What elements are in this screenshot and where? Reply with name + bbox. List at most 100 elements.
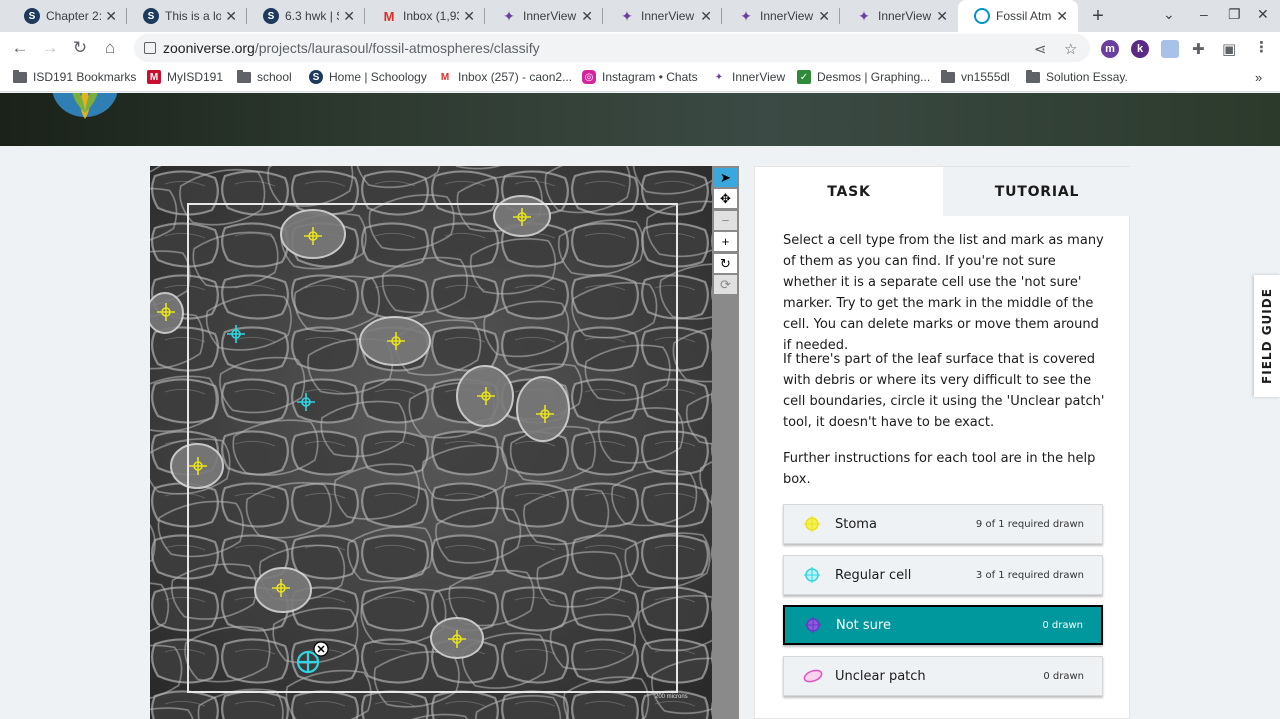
browser-tab-title: InnerView [878,9,932,23]
browser-tab[interactable]: Fossil Atmo ✕ [958,0,1078,32]
classify-task-panel: TASK TUTORIAL Select a cell type from th… [754,166,1131,719]
tool-option-unclear-patch[interactable]: Unclear patch 0 drawn [783,656,1103,696]
tab-tutorial[interactable]: TUTORIAL [943,167,1131,216]
bookmark-label: vn1555dl [961,70,1010,84]
close-tab-icon[interactable]: ✕ [343,8,355,25]
browser-tab[interactable]: S This is a loc✕ [127,0,247,32]
instructions-paragraph-2: If there's part of the leaf surface that… [783,352,1105,430]
bookmark-item[interactable]: M MyISD191 [147,70,223,84]
browser-tab[interactable]: ✦ InnerView ✕ [722,0,840,32]
browser-toolbar: ← → ↻ ⌂ zooniverse.org/projects/laurasou… [0,32,1280,64]
schoology-icon: S [143,8,159,24]
regular-cell-marker-icon [803,566,821,584]
stoma-marker-icon [803,515,821,533]
close-tab-icon[interactable]: ✕ [225,8,237,25]
viewer-toolbar: ➤ ✥ − + ↻ ⟳ [712,166,739,719]
tool-option-regular-cell[interactable]: Regular cell 3 of 1 required drawn [783,555,1103,595]
forward-icon[interactable]: → [38,36,62,60]
desmos-icon: ✓ [797,70,811,84]
side-panel-icon[interactable]: ▣ [1222,40,1236,58]
browser-tab[interactable]: ✦ InnerView ✕ [840,0,958,32]
tool-option-not-sure[interactable]: Not sure 0 drawn [783,605,1103,645]
bookmark-item[interactable]: M Inbox (257) - caon2... [438,70,572,84]
unclear-patch-ellipse-icon [803,667,823,685]
bookmark-label: Solution Essay. [1046,70,1128,84]
tab-search-icon[interactable]: ⌄ [1163,6,1175,23]
bookmark-item[interactable]: ✓ Desmos | Graphing... [797,70,930,84]
project-logo [52,93,118,119]
browser-tab[interactable]: ✦ InnerView ✕ [485,0,603,32]
close-tab-icon[interactable]: ✕ [105,8,117,25]
close-tab-icon[interactable]: ✕ [581,8,593,25]
extension-tm-icon[interactable]: m [1101,40,1119,58]
tab-task[interactable]: TASK [755,167,943,216]
close-tab-icon[interactable]: ✕ [1056,8,1068,25]
reset-view-icon[interactable]: ⟳ [714,275,737,294]
bookmark-item[interactable]: Solution Essay. [1026,69,1128,84]
schoology-icon: S [263,8,279,24]
home-icon[interactable]: ⌂ [98,36,122,60]
close-window-icon[interactable]: ✕ [1257,6,1269,23]
tool-option-label: Not sure [836,617,891,633]
bookmark-label: Inbox (257) - caon2... [458,70,573,84]
close-tab-icon[interactable]: ✕ [463,8,475,25]
bookmark-star-icon[interactable]: ☆ [1064,40,1077,58]
bookmark-label: Instagram • Chats [602,70,698,84]
bookmark-label: school [257,70,292,84]
more-bookmarks-button[interactable]: » [1255,70,1262,85]
close-tab-icon[interactable]: ✕ [700,8,712,25]
myisd-icon: M [147,70,161,84]
bookmark-label: InnerView [732,70,786,84]
browser-tab[interactable]: M Inbox (1,93 ✕ [365,0,485,32]
back-icon[interactable]: ← [8,36,32,60]
menu-kebab-icon[interactable]: ⋮ [1254,38,1269,56]
bookmark-item[interactable]: S Home | Schoology [309,70,427,84]
tool-option-count: 0 drawn [1042,619,1083,631]
innerview-icon: ✦ [858,7,870,24]
close-tab-icon[interactable]: ✕ [936,8,948,25]
bookmark-item[interactable]: ✦ InnerView [712,70,785,84]
bookmark-item[interactable]: vn1555dl [941,69,1010,84]
zoom-out-icon[interactable]: − [714,211,737,230]
site-info-icon[interactable] [144,42,156,54]
innerview-icon: ✦ [621,7,633,24]
bookmark-item[interactable]: school [237,69,292,84]
move-pan-icon[interactable]: ✥ [714,189,737,208]
tool-option-stoma[interactable]: Stoma 9 of 1 required drawn [783,504,1103,544]
close-tab-icon[interactable]: ✕ [818,8,830,25]
extensions-puzzle-icon[interactable]: ✚ [1192,40,1205,58]
browser-tab[interactable]: S Chapter 2: F✕ [8,0,127,32]
share-icon[interactable]: ⋖ [1034,40,1047,58]
innerview-icon: ✦ [714,71,724,83]
field-guide-label: FIELD GUIDE [1260,288,1274,384]
browser-tab-strip: SChapter 2: F✕SThis is a loc✕S6.3 hwk | … [0,0,1280,32]
leaf-surface-image[interactable] [150,166,712,719]
restore-icon[interactable]: ❐ [1228,6,1241,23]
bookmarks-bar: ISD191 Bookmarks M MyISD191 school S Home | S… [0,64,1280,92]
extension-reader-icon[interactable] [1161,40,1179,58]
folder-icon [941,69,955,84]
extension-k-icon[interactable]: k [1131,40,1149,58]
tool-option-count: 0 drawn [1043,670,1084,682]
bookmark-label: Home | Schoology [329,70,427,84]
browser-tab[interactable]: ✦ InnerView ✕ [603,0,722,32]
zooniverse-icon [974,8,990,24]
zoom-in-icon[interactable]: + [714,232,737,251]
reload-icon[interactable]: ↻ [68,36,92,60]
address-bar[interactable]: zooniverse.org/projects/laurasoul/fossil… [134,34,1090,62]
bookmark-item[interactable]: ISD191 Bookmarks [13,69,136,84]
browser-tab-title: InnerView [641,9,695,23]
bookmark-item[interactable]: ◎ Instagram • Chats [582,70,698,84]
new-tab-button[interactable]: + [1086,4,1110,28]
bookmark-label: MyISD191 [167,70,224,84]
schoology-icon: S [309,70,323,84]
folder-icon [13,69,27,84]
field-guide-tab[interactable]: FIELD GUIDE [1254,275,1280,397]
browser-tab[interactable]: S 6.3 hwk | Sc ✕ [247,0,365,32]
annotate-pointer-icon[interactable]: ➤ [714,168,737,187]
minimize-icon[interactable]: – [1200,6,1208,22]
rotate-icon[interactable]: ↻ [714,254,737,273]
delete-mark-icon[interactable] [313,641,329,657]
tool-option-count: 9 of 1 required drawn [975,518,1084,530]
subject-viewer[interactable]: 200 microns [150,166,712,719]
